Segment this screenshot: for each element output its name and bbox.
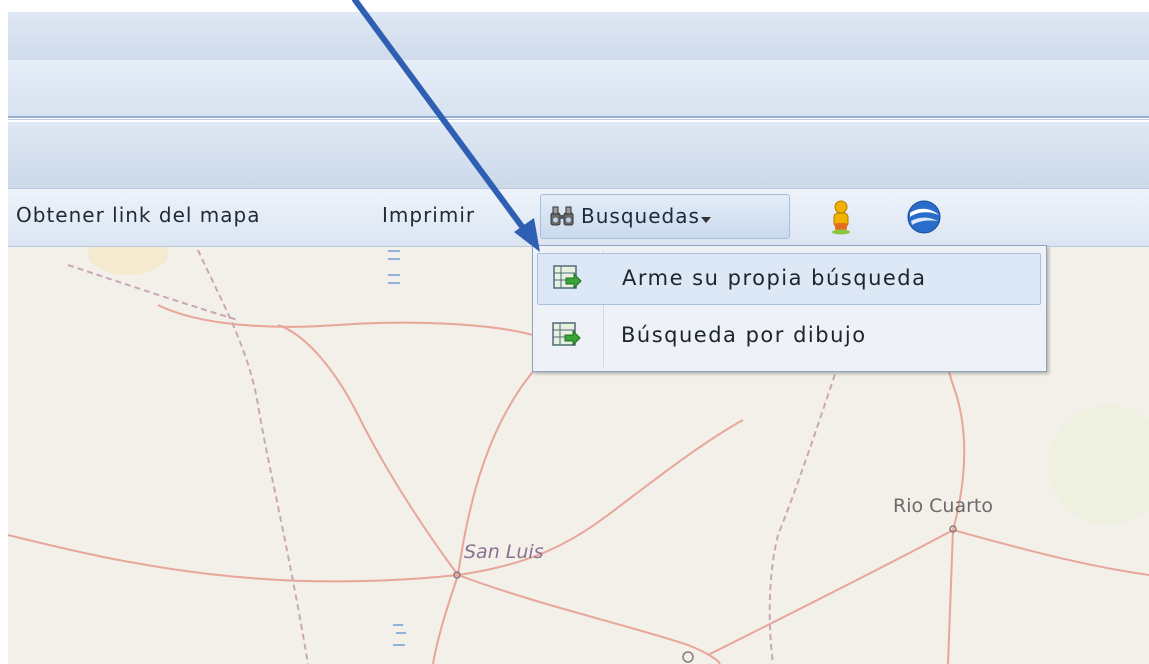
header-panel <box>8 60 1149 116</box>
menu-item-build-own-search[interactable]: Arme su propia búsqueda <box>537 253 1041 305</box>
road <box>707 529 954 656</box>
get-map-link-button[interactable]: Obtener link del mapa <box>16 203 260 227</box>
table-arrow-icon <box>553 265 582 290</box>
menu-item-label: Búsqueda por dibujo <box>621 323 867 347</box>
chevron-down-icon <box>701 217 711 223</box>
print-button[interactable]: Imprimir <box>382 203 475 227</box>
road <box>432 574 459 664</box>
road <box>952 529 1149 576</box>
city-label-san-luis: San Luis <box>464 541 544 563</box>
province-boundary <box>67 264 239 321</box>
road <box>947 529 954 664</box>
pegman-icon[interactable] <box>828 199 854 235</box>
city-label-rio-cuarto: Rio Cuarto <box>893 495 993 517</box>
title-bar <box>8 12 1149 60</box>
road <box>607 419 744 516</box>
menu-item-label: Arme su propia búsqueda <box>622 266 927 290</box>
road <box>277 324 459 576</box>
map-vegetation <box>1048 405 1149 525</box>
city-marker <box>682 651 694 663</box>
google-earth-icon[interactable] <box>906 199 942 235</box>
water-marks <box>393 624 406 646</box>
searches-dropdown-menu: Arme su propia búsqueda Búsqueda por dib… <box>532 245 1047 372</box>
searches-menu-button[interactable]: Busquedas <box>540 194 790 239</box>
road <box>157 304 534 336</box>
table-arrow-icon <box>552 322 581 347</box>
header-divider <box>8 116 1149 118</box>
searches-label: Busquedas <box>581 204 700 228</box>
menu-item-search-by-drawing[interactable]: Búsqueda por dibujo <box>537 311 1039 361</box>
map-area <box>88 245 168 275</box>
header-divider-light <box>8 119 1149 120</box>
binoculars-icon <box>550 206 574 226</box>
map-toolbar: Obtener link del mapa Imprimir Busquedas <box>8 188 1149 247</box>
panel-header <box>8 122 1149 188</box>
water-marks <box>388 250 400 284</box>
road <box>457 574 721 664</box>
